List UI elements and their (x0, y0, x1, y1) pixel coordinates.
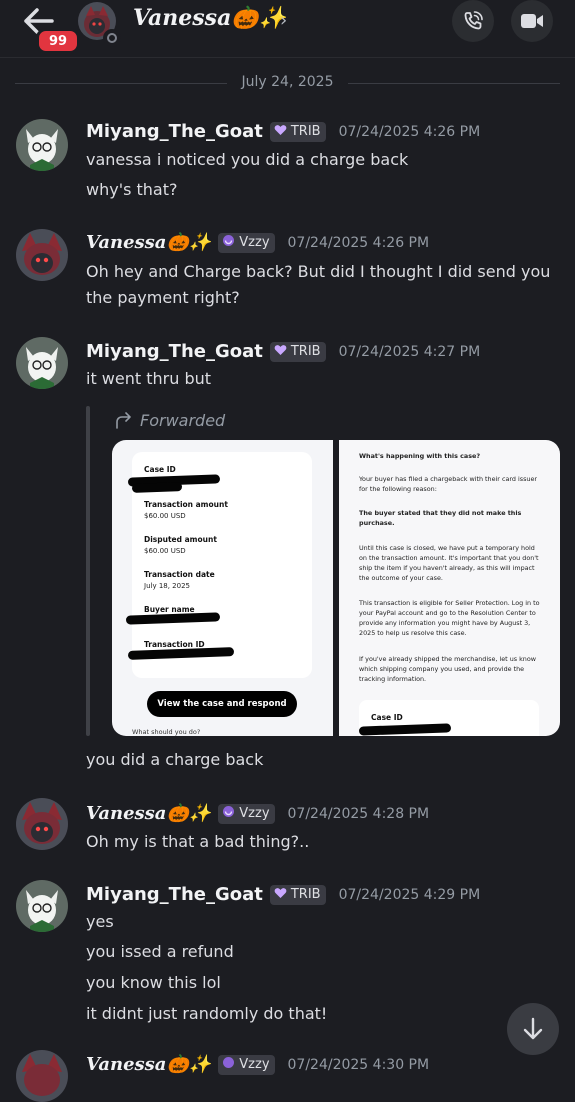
disputed-amount-value: $60.00 USD (144, 547, 186, 555)
status-indicator (103, 29, 121, 47)
tag-label: TRIB (290, 344, 321, 359)
username[interactable]: Vanessa🎃✨ (86, 232, 211, 253)
case-id-label: Case ID (144, 465, 176, 474)
case-reason: The buyer stated that they did not make … (359, 509, 522, 527)
message-text: vanessa i noticed you did a charge back (86, 150, 409, 169)
transaction-amount-label: Transaction amount (144, 500, 228, 509)
timestamp: 07/24/2025 4:27 PM (338, 343, 481, 360)
phone-call-icon (464, 11, 483, 30)
message-header: Vanessa🎃✨ Vzzy 07/24/2025 4:26 PM (86, 232, 429, 253)
video-call-button[interactable] (511, 0, 553, 42)
clan-tag[interactable]: TRIB (269, 121, 326, 142)
avatar[interactable] (16, 880, 68, 932)
disputed-amount-label: Disputed amount (144, 535, 217, 544)
timestamp: 07/24/2025 4:29 PM (338, 886, 481, 903)
heart-icon (274, 887, 287, 903)
username[interactable]: Miyang_The_Goat (86, 884, 263, 905)
clan-tag[interactable]: Vzzy (218, 232, 275, 253)
tag-label: Vzzy (239, 1057, 270, 1072)
forwarded-image-left[interactable]: Case ID Transaction amount $60.00 USD Di… (112, 440, 333, 736)
username[interactable]: Vanessa🎃✨ (86, 1054, 211, 1075)
username[interactable]: Vanessa🎃✨ (86, 803, 211, 824)
message-text: yes (86, 912, 114, 931)
case-heading: What's happening with this case? (359, 452, 481, 460)
spiral-icon (222, 234, 235, 251)
tag-label: TRIB (290, 887, 321, 902)
heart-icon (274, 344, 287, 360)
message-header: Vanessa🎃✨ Vzzy 07/24/2025 4:28 PM (86, 803, 429, 824)
clan-tag[interactable]: TRIB (269, 884, 326, 905)
unread-badge: 99 (36, 28, 80, 54)
chevron-right-icon[interactable]: › (280, 10, 287, 31)
transaction-amount-value: $60.00 USD (144, 512, 186, 520)
transaction-date-label: Transaction date (144, 570, 215, 579)
forwarded-label: Forwarded (114, 411, 225, 430)
avatar[interactable] (16, 337, 68, 389)
tag-label: TRIB (290, 124, 321, 139)
clan-tag[interactable]: Vzzy (218, 1054, 275, 1075)
clan-tag[interactable]: TRIB (269, 341, 326, 362)
message-text: you know this lol (86, 973, 221, 992)
date-label: July 24, 2025 (241, 74, 334, 90)
timestamp: 07/24/2025 4:26 PM (338, 123, 481, 140)
message-header: Vanessa🎃✨ Vzzy 07/24/2025 4:30 PM (86, 1054, 429, 1075)
clan-tag[interactable]: Vzzy (218, 803, 275, 824)
channel-name[interactable]: Vanessa🎃✨ (133, 5, 286, 31)
message-header: Miyang_The_Goat TRIB 07/24/2025 4:27 PM (86, 341, 480, 362)
video-camera-icon (521, 14, 543, 28)
avatar[interactable] (16, 798, 68, 850)
message-text: you issed a refund (86, 942, 234, 961)
timestamp: 07/24/2025 4:28 PM (287, 805, 430, 822)
forward-bar (86, 406, 90, 736)
timestamp: 07/24/2025 4:30 PM (287, 1056, 430, 1073)
spiral-icon (222, 805, 235, 822)
forwarded-text: Forwarded (140, 411, 226, 430)
avatar[interactable] (16, 229, 68, 281)
forwarded-image-right[interactable]: What's happening with this case? Your bu… (339, 440, 560, 736)
tag-label: Vzzy (239, 235, 270, 250)
avatar[interactable] (16, 119, 68, 171)
message-header: Miyang_The_Goat TRIB 07/24/2025 4:29 PM (86, 884, 480, 905)
header-divider (0, 57, 575, 58)
message-text: it didnt just randomly do that! (86, 1004, 328, 1023)
date-divider: July 24, 2025 (0, 72, 575, 96)
spiral-icon (222, 1056, 235, 1073)
cut-off-text: What should you do? (132, 728, 201, 736)
view-case-button: View the case and respond (147, 691, 297, 717)
username[interactable]: Miyang_The_Goat (86, 121, 263, 142)
message-text: it went thru but (86, 369, 212, 388)
username[interactable]: Miyang_The_Goat (86, 341, 263, 362)
case-id-label: Case ID (371, 713, 403, 722)
forward-icon (116, 411, 131, 429)
case-paragraph: If you've already shipped the merchandis… (359, 655, 536, 683)
chat-header: 99 Vanessa🎃✨ › (0, 0, 575, 56)
message-text: the payment right? (86, 288, 240, 307)
voice-call-button[interactable] (452, 0, 494, 42)
case-paragraph: This transaction is eligible for Seller … (359, 599, 540, 637)
message-text: why's that? (86, 180, 178, 199)
message-header: Miyang_The_Goat TRIB 07/24/2025 4:26 PM (86, 121, 480, 142)
arrow-down-icon (523, 1017, 543, 1040)
transaction-date-value: July 18, 2025 (144, 582, 190, 590)
redaction-scribble (131, 482, 183, 493)
case-paragraph: Until this case is closed, we have put a… (359, 544, 539, 582)
timestamp: 07/24/2025 4:26 PM (287, 234, 430, 251)
tag-label: Vzzy (239, 806, 270, 821)
avatar[interactable] (16, 1050, 68, 1102)
case-paragraph: Your buyer has filed a chargeback with t… (359, 475, 538, 493)
message-text: Oh hey and Charge back? But did I though… (86, 262, 551, 281)
jump-to-bottom-button[interactable] (507, 1003, 559, 1055)
heart-icon (274, 124, 287, 140)
message-text: you did a charge back (86, 750, 264, 769)
message-text: Oh my is that a bad thing?.. (86, 832, 310, 851)
